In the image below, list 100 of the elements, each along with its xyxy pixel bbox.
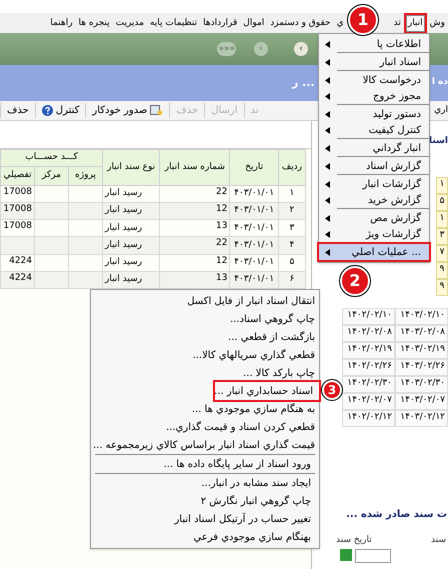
menu-item[interactable]: گزارشات انبار — [319, 176, 429, 192]
submenu-item[interactable]: چاپ گروهي انبار نگارش ٢ — [95, 492, 315, 510]
submenu-item[interactable]: اسناد حسابداري انبار ... — [215, 382, 319, 400]
table-cell: ۵ — [278, 254, 306, 272]
submenu-arrow-icon — [325, 92, 330, 100]
table-cell: ٩ — [436, 262, 448, 278]
submenu-item[interactable]: ايجاد سند مشابه در انبار... — [95, 474, 315, 492]
table-cell — [34, 271, 68, 288]
menu-item[interactable]: گزارشات ويژ — [319, 226, 429, 242]
table-cell: ۱۴۰۲/۰۲/۰۷ — [342, 392, 395, 410]
table-cell: ١ — [436, 210, 448, 228]
submenu-item[interactable]: بازگشت از قطعي ... — [91, 328, 319, 346]
menu-bar-item[interactable]: تد — [392, 16, 402, 30]
submenu-arrow-icon — [325, 144, 330, 152]
menu-item[interactable]: اطلاعات پا — [319, 36, 429, 52]
submenu-item[interactable]: چاپ گروهي اسناد... — [91, 310, 319, 328]
menu-bar-item[interactable]: حقوق و دستمزد — [269, 16, 332, 30]
table-cell: رسيد انبار — [102, 236, 160, 254]
table-cell: ۱۴۰۲/۰۲/۱۲ — [342, 410, 395, 426]
submenu-item[interactable]: قطعي کردن اسناد و قيمت گذاري... — [91, 418, 319, 436]
table-cell: ۱۴۰۳/۰۲/۰۸ — [395, 324, 448, 342]
table-cell: 4224 — [0, 254, 34, 272]
menu-bar-item[interactable]: تنظيمات پايه — [148, 16, 198, 30]
submenu-item[interactable]: تغيير حساب در آرتيکل اسناد انبار — [95, 510, 315, 528]
column-group-header: کـــد حســـاب — [0, 150, 102, 167]
submenu-arrow-icon — [325, 40, 330, 48]
submenu-arrow-icon — [325, 58, 330, 66]
submenu-item[interactable]: به هنگام سازي موجودي ها ... — [91, 400, 319, 418]
table-cell — [34, 236, 68, 254]
column-header: رديف — [278, 150, 306, 186]
nav-button[interactable]: › — [294, 42, 308, 56]
step-number-badge: 3 — [322, 380, 342, 400]
menu-item[interactable]: دستور توليد — [319, 106, 429, 122]
menu-bar-item[interactable]: پنجره ها — [78, 16, 111, 30]
toolbar-button[interactable]: کنترل — [34, 103, 86, 118]
submenu-arrow-icon — [325, 230, 330, 238]
table-cell: ٩ — [436, 278, 448, 296]
table-cell: ۴۰۳/۰۱/۰۱ — [230, 236, 278, 254]
table-cell: ۵ — [436, 194, 448, 210]
submenu-arrow-icon — [325, 214, 330, 222]
submenu-arrow-icon — [325, 76, 330, 84]
date-input-field[interactable] — [355, 549, 391, 563]
table-cell: ۱۴۰۳/۰۲/۱۰ — [395, 308, 448, 324]
table-cell — [68, 254, 102, 272]
menu-item[interactable]: انبار گرداني — [319, 140, 429, 156]
menu-bar-item[interactable]: وش — [428, 16, 446, 30]
window-title: ر ... — [292, 74, 315, 91]
menu-bar-item[interactable]: مديريت — [114, 16, 145, 30]
toolbar-button[interactable]: اري — [434, 104, 448, 118]
table-cell: ۱۴۰۳/۰۲/۱۹ — [395, 342, 448, 358]
toolbar-button[interactable]: صدور خودکار — [85, 103, 170, 118]
menu-item[interactable]: کنترل کيفيت — [319, 122, 429, 138]
submenu-arrow-icon — [325, 196, 330, 204]
table-cell: 4224 — [0, 271, 34, 288]
table-cell: ٣ — [436, 228, 448, 244]
table-cell: ۱۴۰۳/۰۲/۰۷ — [395, 392, 448, 410]
submenu-item[interactable]: قطعي گذاري سريالهاي کالا... — [91, 346, 319, 364]
toolbar-button[interactable]: حذف — [0, 103, 35, 118]
table-cell — [34, 254, 68, 272]
menu-item[interactable]: مجوز خروج — [319, 88, 429, 104]
table-cell: ۱۴۰۲/۰۲/۳۰ — [342, 376, 395, 392]
menu-item[interactable]: گزارش مص — [319, 210, 429, 226]
submenu-arrow-icon — [325, 248, 330, 256]
field-label: سند — [431, 534, 446, 546]
menu-bar-item[interactable]: راهنما — [49, 16, 74, 30]
menu-item[interactable]: اسناد انبار — [319, 54, 429, 70]
table-cell: ٧ — [436, 244, 448, 262]
table-cell: ۱۴۰۲/۰۲/۰۸ — [342, 324, 395, 342]
submenu-item[interactable]: انتقال اسناد انبار از فايل اکسل — [91, 292, 319, 310]
window-title: ده ا — [432, 76, 448, 90]
section-title: ت سند صادر شده ... — [345, 508, 448, 522]
menu-bar-item[interactable]: ي — [336, 16, 345, 30]
submenu-arrow-icon — [325, 162, 330, 170]
table-cell: ۱۴۰۲/۰۲/۲۶ — [342, 358, 395, 376]
table-cell: ١ — [436, 176, 448, 194]
menu-bar-item[interactable]: اموال — [242, 16, 266, 30]
table-cell: 12 — [160, 254, 230, 272]
menu-item[interactable]: گزارش خريد — [319, 192, 429, 208]
help-icon — [42, 105, 53, 116]
submenu-item[interactable]: قيمت گذاري اسناد انبار براساس کالاي زيرمجموعه ... — [91, 436, 319, 454]
menu-bar-item[interactable]: انبار — [406, 14, 425, 32]
menu-item[interactable]: عمليات اصلي ... — [319, 244, 429, 260]
menu-bar-item[interactable]: قراردادها — [202, 16, 238, 30]
table-cell: رسيد انبار — [102, 254, 160, 272]
submenu-arrow-icon — [325, 110, 330, 118]
table-cell — [0, 236, 34, 254]
table-cell: ۱۴۰۲/۰۲/۱۰ — [342, 308, 395, 324]
submenu-item[interactable]: بهنگام سازي موجودي فرعي — [95, 528, 315, 546]
menu-item[interactable]: گزارش اسناد — [319, 158, 429, 174]
field-label: تاريخ سند — [336, 534, 372, 546]
table-cell: 22 — [160, 236, 230, 254]
menu-item[interactable]: درخواست کالا — [319, 72, 429, 88]
submenu-arrow-icon — [325, 126, 330, 134]
table-cell: ۴۰۳/۰۱/۰۱ — [230, 254, 278, 272]
table-cell — [68, 236, 102, 254]
table-cell: ۱۴۰۲/۰۲/۱۹ — [342, 342, 395, 358]
table-cell: ۱۴۰۳/۰۲/۲۶ — [395, 358, 448, 376]
submenu-item[interactable]: ورود اسناد از ساير پايگاه داده ها ... — [95, 455, 315, 473]
submenu-item[interactable]: چاپ بارکد کالا ... — [91, 364, 319, 382]
table-cell: ۴ — [278, 236, 306, 254]
